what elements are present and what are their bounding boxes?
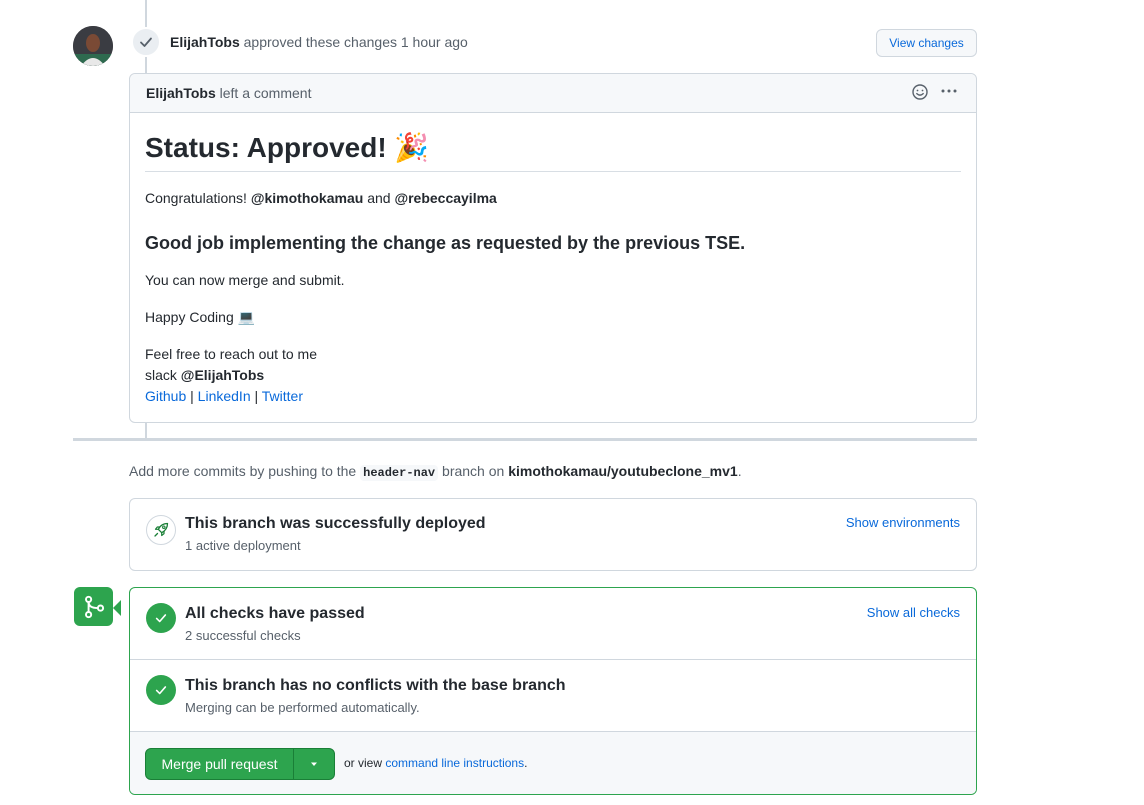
twitter-link[interactable]: Twitter — [262, 388, 303, 404]
show-environments-link[interactable]: Show environments — [846, 515, 960, 530]
heading-rule — [145, 171, 961, 172]
period: . — [524, 756, 528, 770]
checks-title: All checks have passed — [185, 605, 365, 622]
push-note-middle: branch on — [442, 463, 505, 479]
check-circle-icon — [146, 675, 176, 705]
review-comment: ElijahTobs left a comment Status: Approv… — [129, 73, 977, 423]
congrats-line: Congratulations! @kimothokamau and @rebe… — [145, 190, 497, 206]
link-separator: | — [190, 388, 194, 404]
deploy-title: This branch was successfully deployed — [185, 515, 486, 532]
merge-instruction: You can now merge and submit. — [145, 272, 345, 288]
deployment-status: This branch was successfully deployed 1 … — [129, 498, 977, 571]
happy-coding-line: Happy Coding 💻 — [145, 309, 256, 325]
comment-heading: Status: Approved! 🎉 — [145, 132, 430, 163]
merge-badge — [74, 587, 113, 626]
merge-footer: Merge pull request or view command line … — [130, 732, 976, 794]
mention-link[interactable]: @kimothokamau — [251, 190, 363, 206]
conflicts-subtitle: Merging can be performed automatically. — [185, 700, 420, 715]
checks-subtitle: 2 successful checks — [185, 628, 301, 643]
mention-link[interactable]: @rebeccayilma — [394, 190, 496, 206]
merge-pointer — [113, 600, 121, 616]
smiley-icon — [912, 84, 928, 100]
slack-handle: @ElijahTobs — [180, 367, 265, 383]
congrats-prefix: Congratulations! — [145, 190, 247, 206]
checks-section: All checks have passed 2 successful chec… — [130, 588, 976, 660]
check-icon — [140, 37, 152, 47]
timeline-line — [145, 57, 147, 73]
or-view-text: or view — [344, 756, 383, 770]
comment-header: ElijahTobs left a comment — [130, 74, 976, 113]
cli-instructions: or view command line instructions. — [344, 756, 527, 770]
timeline-line — [145, 0, 147, 27]
github-link[interactable]: Github — [145, 388, 186, 404]
slack-prefix: slack — [145, 367, 177, 383]
merge-pull-request-button[interactable]: Merge pull request — [146, 749, 294, 779]
repo-name: kimothokamau/youtubeclone_mv1 — [508, 463, 738, 479]
triangle-down-icon — [311, 762, 317, 766]
avatar[interactable] — [73, 26, 113, 66]
reach-out-line: Feel free to reach out to me — [145, 346, 317, 362]
comment-author-line: ElijahTobs left a comment — [146, 85, 311, 101]
more-options-button[interactable] — [938, 82, 960, 102]
add-reaction-button[interactable] — [911, 83, 931, 103]
approved-check-badge — [131, 27, 161, 57]
rocket-icon — [146, 515, 176, 545]
push-note: Add more commits by pushing to the heade… — [129, 463, 742, 481]
and-word: and — [367, 190, 391, 206]
merge-panel: All checks have passed 2 successful chec… — [129, 587, 977, 795]
push-note-prefix: Add more commits by pushing to the — [129, 463, 357, 479]
comment-action: left a comment — [219, 85, 312, 101]
branch-name: header-nav — [360, 465, 439, 481]
kebab-horizontal-icon — [941, 89, 957, 93]
link-separator: | — [254, 388, 259, 404]
timeline-line — [145, 423, 147, 438]
push-note-suffix: . — [737, 463, 742, 479]
review-action: approved these changes — [243, 34, 397, 50]
check-circle-icon — [146, 603, 176, 633]
linkedin-link[interactable]: LinkedIn — [198, 388, 251, 404]
conflicts-section: This branch has no conflicts with the ba… — [130, 660, 976, 732]
conflicts-title: This branch has no conflicts with the ba… — [185, 677, 566, 694]
slack-line: slack @ElijahTobs — [145, 367, 264, 383]
deploy-subtitle: 1 active deployment — [185, 538, 301, 553]
merge-button-group: Merge pull request — [145, 748, 335, 780]
social-links: Github | LinkedIn | Twitter — [145, 388, 303, 404]
git-merge-icon — [84, 595, 104, 618]
command-line-link[interactable]: command line instructions — [385, 756, 524, 770]
comment-subheading: Good job implementing the change as requ… — [145, 233, 746, 253]
merge-method-dropdown[interactable] — [294, 749, 334, 779]
review-time[interactable]: 1 hour ago — [401, 34, 468, 50]
review-author[interactable]: ElijahTobs — [170, 34, 240, 50]
review-summary: ElijahTobs approved these changes 1 hour… — [170, 34, 468, 50]
view-changes-button[interactable]: View changes — [876, 29, 977, 57]
comment-author[interactable]: ElijahTobs — [146, 85, 216, 101]
show-all-checks-link[interactable]: Show all checks — [867, 605, 960, 620]
timeline-divider — [73, 438, 977, 441]
